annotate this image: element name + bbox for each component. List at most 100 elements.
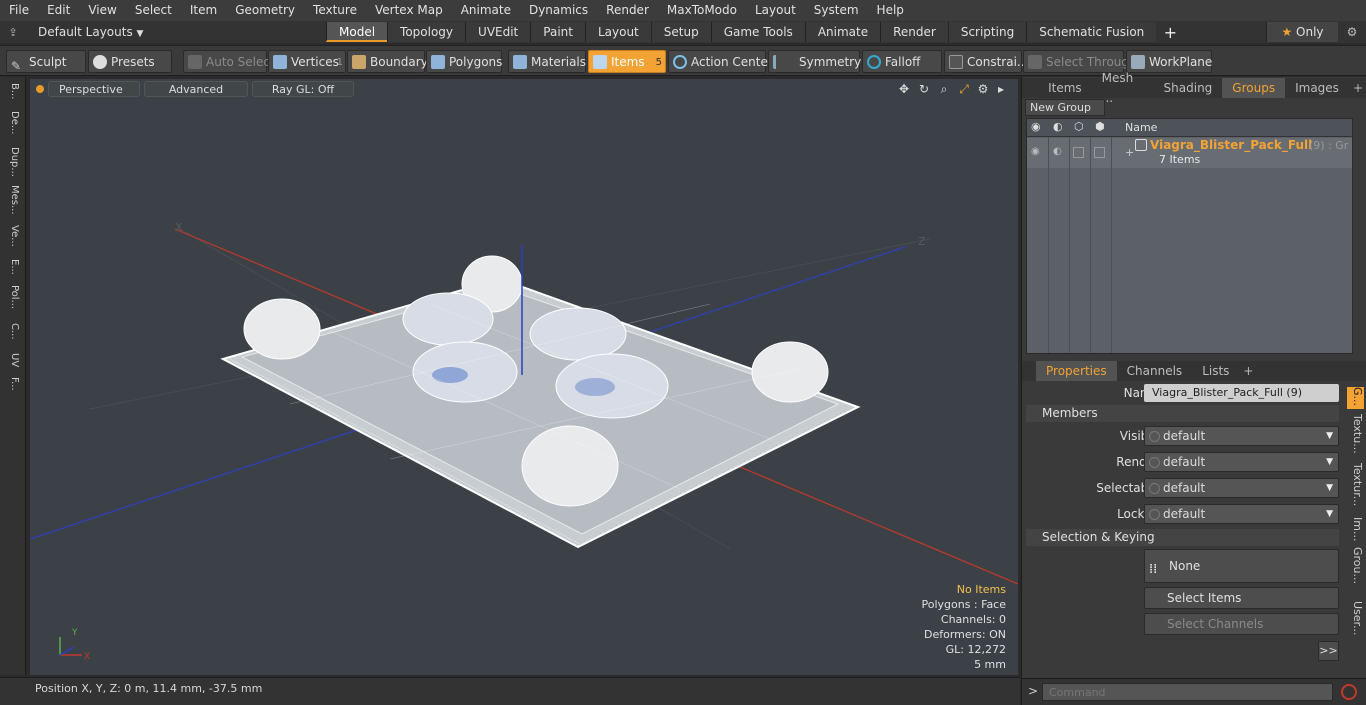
tab-model[interactable]: Model (326, 22, 388, 42)
tab-render[interactable]: Render (880, 22, 948, 42)
viewport-settings-icon[interactable]: ⚙ (974, 82, 992, 96)
tab-schematic-fusion[interactable]: Schematic Fusion (1026, 22, 1157, 42)
tab-animate[interactable]: Animate (804, 22, 881, 42)
gear-icon[interactable]: ⚙ (1338, 25, 1366, 39)
command-input[interactable] (1042, 683, 1333, 701)
tab-scripting[interactable]: Scripting (947, 22, 1027, 42)
more-button[interactable]: >> (1318, 641, 1339, 661)
new-group-button[interactable]: New Group (1025, 99, 1105, 116)
name-field[interactable]: Viagra_Blister_Pack_Full (9) (1144, 384, 1339, 402)
selectable-dropdown[interactable]: default ▼ (1144, 478, 1339, 498)
render-dropdown[interactable]: default ▼ (1144, 452, 1339, 472)
symmetry-button[interactable]: Symmetry (768, 50, 861, 73)
menu-render[interactable]: Render (597, 0, 658, 21)
menu-select[interactable]: Select (126, 0, 181, 21)
menu-maxtomodo[interactable]: MaxToModo (658, 0, 746, 21)
menu-edit[interactable]: Edit (38, 0, 79, 21)
raygl-dropdown[interactable]: Ray GL: Off (252, 81, 354, 97)
select-items-button[interactable]: Select Items (1144, 587, 1339, 609)
left-tab-basic[interactable]: B... (4, 83, 20, 109)
tab-game-tools[interactable]: Game Tools (710, 22, 805, 42)
group-row[interactable]: ◉ ◐ + Viagra_Blister_Pack_Full (9) : Gr … (1027, 138, 1352, 168)
rotate-view-icon[interactable]: ↻ (914, 82, 934, 96)
menu-system[interactable]: System (805, 0, 868, 21)
polygons-button[interactable]: Polygons (426, 50, 502, 73)
render-icon[interactable]: ◐ (1053, 120, 1063, 133)
lock-icon[interactable]: ⬢ (1095, 120, 1105, 133)
members-section[interactable]: Members (1026, 405, 1339, 422)
menu-layout[interactable]: Layout (746, 0, 805, 21)
expand-icon[interactable]: + (1125, 146, 1134, 159)
eye-icon[interactable]: ◉ (1031, 120, 1041, 133)
boundary-button[interactable]: Boundary (347, 50, 428, 73)
row-eye-icon[interactable]: ◉ (1031, 146, 1040, 157)
visible-dropdown[interactable]: default ▼ (1144, 426, 1339, 446)
vertices-button[interactable]: Vertices 1 (268, 50, 346, 73)
move-view-icon[interactable]: ✥ (894, 82, 914, 96)
tab-groups[interactable]: Groups (1222, 78, 1286, 98)
tab-shading[interactable]: Shading (1154, 78, 1223, 98)
tab-paint[interactable]: Paint (530, 22, 585, 42)
side-tab-image[interactable]: Im... (1347, 517, 1364, 541)
left-tab-vertex[interactable]: Ve... (4, 225, 20, 255)
side-tab-texture-2[interactable]: Textur... (1347, 463, 1364, 511)
menu-view[interactable]: View (79, 0, 125, 21)
select-icon[interactable]: ⬡ (1074, 120, 1084, 133)
side-tab-texture[interactable]: Textu... (1347, 414, 1364, 458)
left-tab-curve[interactable]: C... (4, 323, 20, 349)
fit-view-icon[interactable]: ⤢ (954, 82, 974, 97)
left-tab-duplicate[interactable]: Dup... (4, 147, 20, 181)
presets-button[interactable]: Presets (88, 50, 172, 73)
row-lock-checkbox[interactable] (1094, 147, 1105, 158)
left-tab-mesh[interactable]: Mes... (4, 185, 20, 221)
none-button[interactable]: ⁞⁞ None (1144, 549, 1339, 583)
side-tab-group[interactable]: G... (1347, 387, 1364, 409)
menu-dynamics[interactable]: Dynamics (520, 0, 597, 21)
left-tab-deform[interactable]: De... (4, 111, 20, 143)
row-render-icon[interactable]: ◐ (1053, 146, 1062, 157)
tab-properties[interactable]: Properties (1036, 361, 1117, 381)
menu-vertex-map[interactable]: Vertex Map (366, 0, 452, 21)
selection-keying-section[interactable]: Selection & Keying (1026, 529, 1339, 546)
tab-topology[interactable]: Topology (387, 22, 466, 42)
side-tab-user[interactable]: User... (1347, 601, 1364, 643)
action-center-button[interactable]: Action Center (668, 50, 773, 73)
add-properties-tab-icon[interactable]: + (1239, 364, 1257, 378)
layout-pin-icon[interactable]: ⇪ (0, 26, 26, 39)
only-toggle[interactable]: ★ Only (1266, 22, 1338, 42)
add-tab-icon[interactable]: + (1349, 81, 1366, 95)
tab-uvedit[interactable]: UVEdit (465, 22, 531, 42)
constraints-button[interactable]: Constrai... (944, 50, 1028, 73)
select-channels-button[interactable]: Select Channels (1144, 613, 1339, 635)
menu-geometry[interactable]: Geometry (226, 0, 304, 21)
3d-viewport[interactable]: X Z Y X Perspective Advanced Ray GL: Off… (30, 79, 1018, 675)
menu-file[interactable]: File (0, 0, 38, 21)
auto-select-button[interactable]: Auto Select (183, 50, 275, 73)
sculpt-button[interactable]: ✎ Sculpt (6, 50, 86, 73)
row-select-checkbox[interactable] (1073, 147, 1084, 158)
perspective-dropdown[interactable]: Perspective (48, 81, 140, 97)
left-tab-uv[interactable]: UV (4, 353, 20, 375)
left-tab-fusion[interactable]: F... (4, 377, 20, 403)
tab-channels[interactable]: Channels (1117, 361, 1193, 381)
record-icon[interactable] (1341, 684, 1357, 700)
zoom-view-icon[interactable]: ⌕ (934, 82, 954, 97)
tab-lists[interactable]: Lists (1192, 361, 1239, 381)
items-button[interactable]: Items 5 (588, 50, 666, 73)
falloff-button[interactable]: Falloff (862, 50, 942, 73)
viewport-expand-icon[interactable]: ▸ (992, 82, 1010, 96)
tab-setup[interactable]: Setup (650, 22, 711, 42)
add-tab-button[interactable]: + (1156, 23, 1184, 42)
viewport-menu-dot[interactable] (36, 85, 44, 93)
locked-dropdown[interactable]: default ▼ (1144, 504, 1339, 524)
side-tab-group-2[interactable]: Grou... (1347, 547, 1364, 595)
left-tab-edge[interactable]: E... (4, 259, 20, 283)
layout-dropdown[interactable]: Default Layouts ▼ (26, 25, 326, 39)
advanced-dropdown[interactable]: Advanced (144, 81, 248, 97)
menu-item[interactable]: Item (181, 0, 226, 21)
materials-button[interactable]: Materials (508, 50, 586, 73)
menu-help[interactable]: Help (868, 0, 913, 21)
tab-items[interactable]: Items (1038, 78, 1092, 98)
tab-layout[interactable]: Layout (584, 22, 651, 42)
left-tab-polygon[interactable]: Pol... (4, 285, 20, 319)
